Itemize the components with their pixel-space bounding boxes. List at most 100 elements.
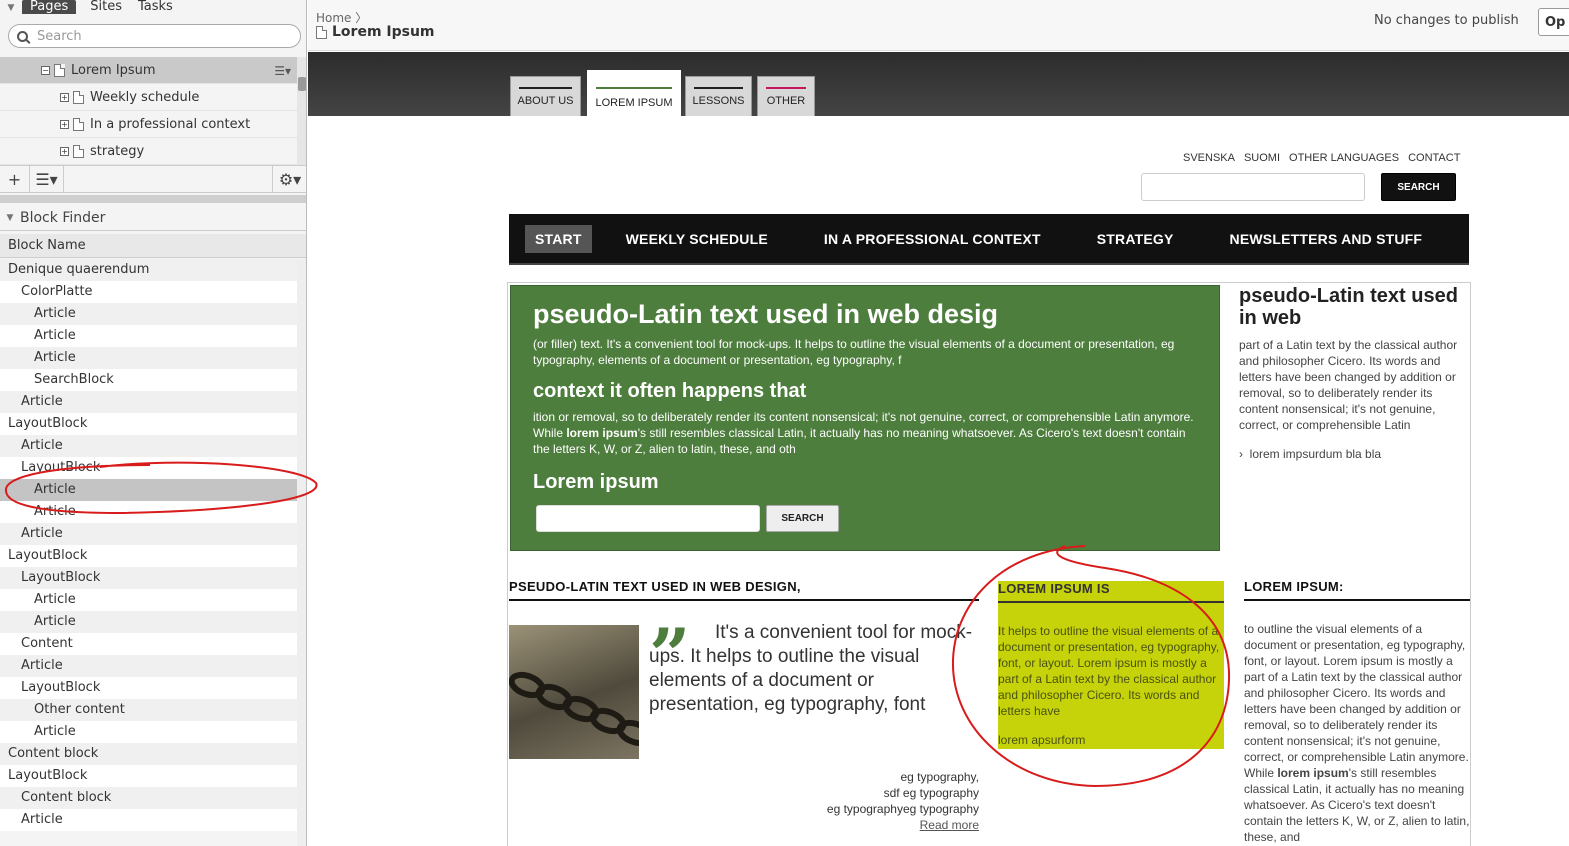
block-finder-header[interactable]: ▼ Block Finder <box>0 205 306 231</box>
article-footer-link[interactable]: lorem apsurform <box>998 733 1224 747</box>
language-links: SVENSKA SUOMI OTHER LANGUAGES CONTACT <box>1183 152 1460 164</box>
left-panel: ▼ Pages Sites Tasks Search − Lorem Ipsum… <box>0 0 307 846</box>
page-icon <box>73 90 84 104</box>
menu-weekly-schedule[interactable]: WEEKLY SCHEDULE <box>626 231 768 247</box>
block-list-item[interactable]: LayoutBlock <box>0 545 297 567</box>
tree-node-strategy[interactable]: + strategy <box>0 138 297 165</box>
main-area: Home 〉 Lorem Ipsum No changes to publish… <box>308 0 1569 846</box>
block-list-item[interactable]: Content <box>0 633 297 655</box>
article-block-2[interactable]: LOREM IPSUM IS It helps to outline the v… <box>998 581 1224 749</box>
block-name-column-header[interactable]: Block Name <box>0 234 306 258</box>
block-list-item[interactable]: Article <box>0 303 297 325</box>
article-tags: eg typography, sdf eg typography eg typo… <box>827 769 979 833</box>
expand-toggle-icon[interactable]: + <box>60 119 69 129</box>
block-list-item[interactable]: Article <box>0 589 297 611</box>
sidebar-link[interactable]: › lorem impsurdum bla bla <box>1239 447 1469 461</box>
article-block-1[interactable]: PSEUDO-LATIN TEXT USED IN WEB DESIGN, ” … <box>509 579 979 832</box>
text-bold: lorem ipsum <box>1277 766 1349 780</box>
tab-sites[interactable]: Sites <box>82 0 130 14</box>
search-placeholder: Search <box>37 28 82 44</box>
block-list-item[interactable]: Article <box>0 523 297 545</box>
page-tree: − Lorem Ipsum ☰▾ + Weekly schedule + In … <box>0 57 297 165</box>
tab-accent-line <box>519 87 572 89</box>
expand-toggle-icon[interactable]: + <box>60 92 69 102</box>
block-list-item[interactable]: Denique quaerendum <box>0 259 297 281</box>
tab-label: ABOUT US <box>517 95 574 107</box>
block-list-item[interactable]: LayoutBlock <box>0 765 297 787</box>
sidebar-block[interactable]: pseudo-Latin text used in web part of a … <box>1239 285 1469 461</box>
menu-newsletters[interactable]: NEWSLETTERS AND STUFF <box>1230 231 1423 247</box>
block-list-item[interactable]: Article <box>0 391 297 413</box>
hero-search-button[interactable]: SEARCH <box>766 505 839 532</box>
list-menu-icon[interactable]: ☰▾ <box>30 166 64 192</box>
block-list-item[interactable]: Content block <box>0 743 297 765</box>
collapse-toggle-icon[interactable]: − <box>41 65 50 75</box>
expand-toggle-icon[interactable]: + <box>60 146 69 156</box>
block-list-item[interactable]: SearchBlock <box>0 369 297 391</box>
block-list-item[interactable]: LayoutBlock <box>0 677 297 699</box>
block-list-item[interactable]: Article <box>0 721 297 743</box>
tag: eg typographyeg typography <box>826 802 979 816</box>
tree-node-label: Lorem Ipsum <box>71 62 156 78</box>
block-list-item[interactable]: Article <box>0 479 297 501</box>
tab-other[interactable]: OTHER <box>757 76 815 116</box>
block-list-item[interactable]: Other content <box>0 699 297 721</box>
page-icon <box>73 144 84 158</box>
options-button[interactable]: Op <box>1538 8 1569 36</box>
menu-professional-context[interactable]: IN A PROFESSIONAL CONTEXT <box>824 231 1041 247</box>
block-list-item[interactable]: LayoutBlock <box>0 567 297 589</box>
panel-divider[interactable] <box>0 195 306 203</box>
hero-block[interactable]: pseudo-Latin text used in web desig (or … <box>510 285 1220 551</box>
tree-node-weekly-schedule[interactable]: + Weekly schedule <box>0 84 297 111</box>
hero-paragraph: (or filler) text. It's a convenient tool… <box>533 337 1175 367</box>
tab-lorem-ipsum[interactable]: LOREM IPSUM <box>587 70 681 116</box>
block-list-item[interactable]: Article <box>0 611 297 633</box>
menu-strategy[interactable]: STRATEGY <box>1097 231 1174 247</box>
block-list-item[interactable]: ColorPlatte <box>0 281 297 303</box>
collapse-chevron-icon[interactable]: ▼ <box>0 2 22 14</box>
block-list-item[interactable]: LayoutBlock <box>0 457 297 479</box>
scrollbar-thumb[interactable] <box>298 77 306 91</box>
block-list-item[interactable]: Article <box>0 347 297 369</box>
article-text: to outline the visual elements of a docu… <box>1244 621 1470 845</box>
site-search-button[interactable]: SEARCH <box>1381 173 1456 201</box>
block-list-scrollbar[interactable] <box>297 259 306 846</box>
context-menu-icon[interactable]: ☰▾ <box>274 64 291 78</box>
settings-gear-icon[interactable]: ⚙▾ <box>273 166 306 192</box>
block-list-item[interactable]: Article <box>0 655 297 677</box>
contact-link[interactable]: CONTACT <box>1408 152 1460 164</box>
page-search-input[interactable]: Search <box>8 24 301 48</box>
breadcrumb-home[interactable]: Home <box>316 11 351 25</box>
tree-node-professional-context[interactable]: + In a professional context <box>0 111 297 138</box>
tab-tasks[interactable]: Tasks <box>130 0 181 14</box>
hero-subtitle: context it often happens that <box>533 380 807 402</box>
editor-header: Home 〉 Lorem Ipsum No changes to publish… <box>308 0 1569 51</box>
site-main-menu: START WEEKLY SCHEDULE IN A PROFESSIONAL … <box>509 214 1469 265</box>
tab-lessons[interactable]: LESSONS <box>685 76 752 116</box>
tree-node-lorem-ipsum[interactable]: − Lorem Ipsum ☰▾ <box>0 57 297 84</box>
chevron-right-icon: › <box>1239 447 1243 461</box>
article-block-3[interactable]: LOREM IPSUM: to outline the visual eleme… <box>1244 579 1470 845</box>
tab-about-us[interactable]: ABOUT US <box>510 76 581 116</box>
page-icon <box>54 63 65 77</box>
hero-title: pseudo-Latin text used in web desig <box>533 299 999 329</box>
site-search-input[interactable] <box>1141 173 1365 201</box>
block-list-item[interactable]: Content block <box>0 787 297 809</box>
lang-suomi[interactable]: SUOMI <box>1244 152 1280 164</box>
sidebar-title: pseudo-Latin text used in web <box>1239 285 1458 329</box>
read-more-link[interactable]: Read more <box>827 817 979 833</box>
tree-scrollbar[interactable] <box>297 57 306 165</box>
block-list-item[interactable]: Article <box>0 809 297 831</box>
chevron-down-icon[interactable]: ▼ <box>0 213 20 223</box>
lang-svenska[interactable]: SVENSKA <box>1183 152 1235 164</box>
lang-other[interactable]: OTHER LANGUAGES <box>1289 152 1399 164</box>
menu-start[interactable]: START <box>525 224 592 253</box>
tab-pages[interactable]: Pages <box>22 0 77 14</box>
block-list-item[interactable]: Article <box>0 325 297 347</box>
block-list-item[interactable]: LayoutBlock <box>0 413 297 435</box>
block-list-item[interactable]: Article <box>0 435 297 457</box>
add-icon[interactable]: + <box>0 166 30 192</box>
tab-label: OTHER <box>766 95 806 107</box>
block-list-item[interactable]: Article <box>0 501 297 523</box>
hero-search-input[interactable] <box>536 505 760 532</box>
